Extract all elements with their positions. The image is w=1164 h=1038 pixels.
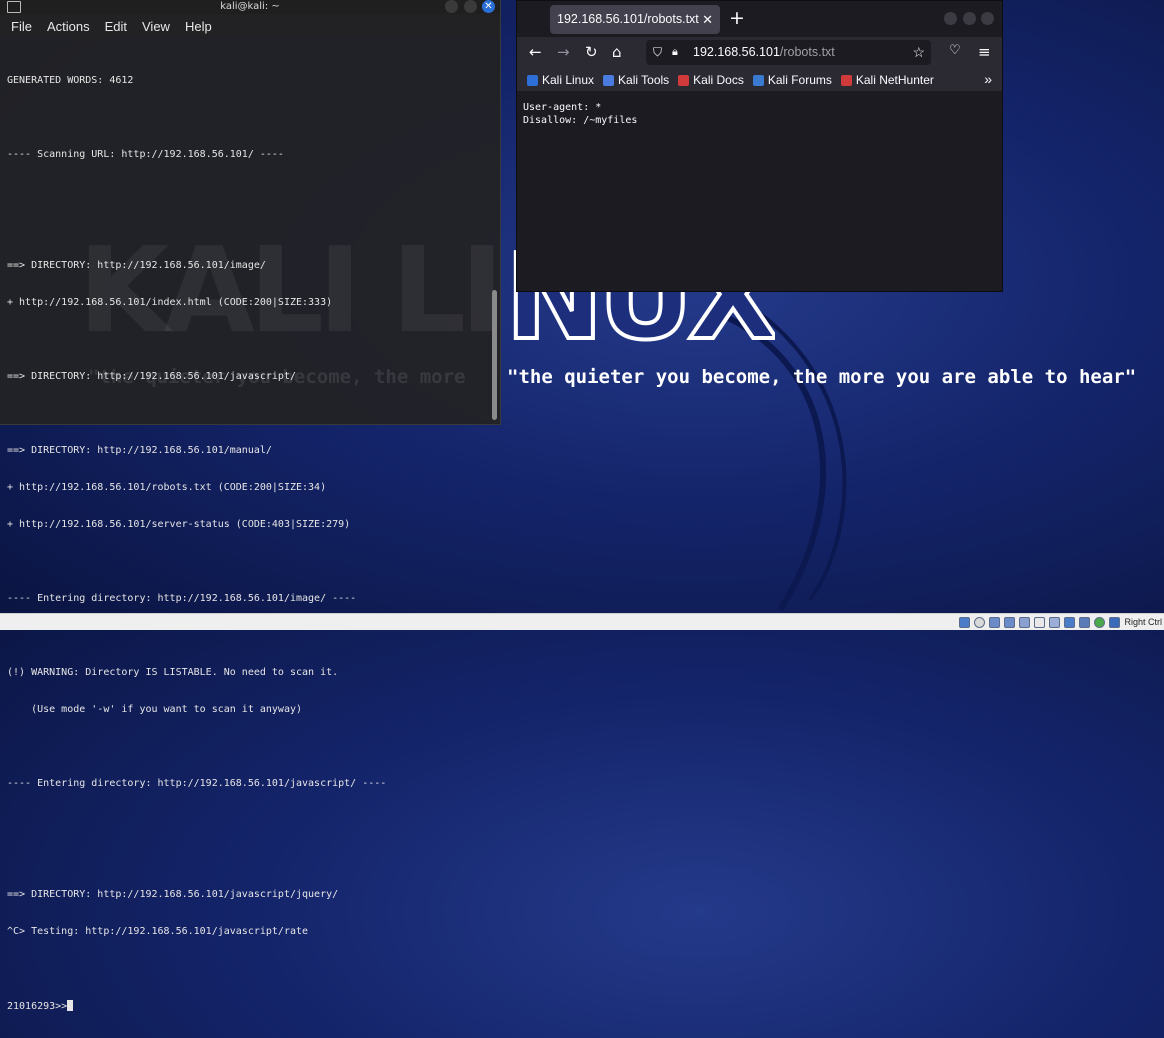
bookmarks-toolbar: Kali Linux Kali Tools Kali Docs Kali For… xyxy=(517,69,1002,91)
terminal-line: GENERATED WORDS: 4612 xyxy=(7,74,134,86)
home-icon[interactable]: ⌂ xyxy=(612,43,622,61)
back-arrow-icon[interactable]: ← xyxy=(529,43,542,61)
terminal-line: (Use mode '-w' if you want to scan it an… xyxy=(7,704,303,716)
bookmark-kali-nethunter[interactable]: Kali NetHunter xyxy=(840,73,934,87)
terminal-line: (!) WARNING: Directory IS LISTABLE. No n… xyxy=(7,667,339,679)
terminal-output[interactable]: GENERATED WORDS: 4612 ---- Scanning URL:… xyxy=(7,50,488,1038)
terminal-title: kali@kali: ~ xyxy=(220,1,280,12)
menu-help[interactable]: Help xyxy=(185,19,212,34)
terminal-line: ==> DIRECTORY: http://192.168.56.101/man… xyxy=(7,445,272,456)
terminal-line: + http://192.168.56.101/robots.txt (CODE… xyxy=(7,482,327,494)
bookmark-label: Kali Forums xyxy=(767,73,832,87)
terminal-line: ---- Scanning URL: http://192.168.56.101… xyxy=(7,148,284,160)
audio-icon[interactable] xyxy=(989,616,1001,628)
terminal-prompt: 21016293>> xyxy=(7,1001,68,1013)
display-icon[interactable] xyxy=(1049,616,1061,628)
bookmark-kali-linux[interactable]: Kali Linux xyxy=(527,73,594,87)
tab-close-icon[interactable]: ✕ xyxy=(702,5,713,34)
browser-navbar: ← → ↻ ⌂ ⛉ 🔒︎ 192.168.56.101/robots.txt ☆… xyxy=(517,37,1002,69)
browser-tab[interactable]: 192.168.56.101/robots.txt ✕ xyxy=(550,5,720,34)
bookmark-label: Kali Linux xyxy=(542,73,595,87)
host-tray: Right Ctrl xyxy=(959,614,1164,630)
minimize-button[interactable] xyxy=(445,0,458,13)
new-tab-icon[interactable]: + xyxy=(729,7,745,29)
terminal-cursor xyxy=(67,1000,74,1012)
kali-dragon-icon xyxy=(527,74,538,86)
bookmark-star-icon[interactable]: ☆ xyxy=(912,40,925,65)
hdd-icon[interactable] xyxy=(959,616,971,628)
optical-drive-icon[interactable] xyxy=(974,616,986,628)
url-text[interactable]: 192.168.56.101/robots.txt xyxy=(693,40,835,65)
terminal-line: ---- Entering directory: http://192.168.… xyxy=(7,593,357,605)
wallpaper-quote: "the quieter you become, the more you ar… xyxy=(507,366,1137,388)
terminal-line: ==> DIRECTORY: http://192.168.56.101/ima… xyxy=(7,259,266,271)
browser-tabbar: 192.168.56.101/robots.txt ✕ + xyxy=(517,1,1002,37)
cpu-icon[interactable] xyxy=(1079,616,1091,628)
kali-forums-icon xyxy=(752,74,764,86)
terminal-prompt-line[interactable]: 21016293>> xyxy=(7,1000,488,1012)
browser-window[interactable]: 192.168.56.101/robots.txt ✕ + ← → ↻ ⌂ ⛉ … xyxy=(516,0,1003,292)
close-icon[interactable]: ✕ xyxy=(482,0,495,13)
network-icon[interactable] xyxy=(1004,616,1016,628)
menu-view[interactable]: View xyxy=(142,19,170,34)
kali-tools-icon xyxy=(603,74,615,86)
browser-maximize-button[interactable] xyxy=(963,12,976,25)
terminal-line: ---- Entering directory: http://192.168.… xyxy=(7,778,387,790)
terminal-titlebar[interactable]: kali@kali: ~ ✕ xyxy=(0,0,500,14)
bookmark-kali-docs[interactable]: Kali Docs xyxy=(678,73,744,87)
terminal-line: + http://192.168.56.101/server-status (C… xyxy=(7,519,351,531)
url-path: /robots.txt xyxy=(779,45,835,59)
terminal-line: ==> DIRECTORY: http://192.168.56.101/jav… xyxy=(7,370,296,382)
guest-additions-icon[interactable] xyxy=(1094,616,1106,628)
pocket-icon[interactable]: ♡ xyxy=(949,43,961,58)
terminal-scrollbar[interactable] xyxy=(492,290,497,420)
terminal-window[interactable]: kali@kali: ~ ✕ File Actions Edit View He… xyxy=(0,0,504,1012)
hamburger-menu-icon[interactable]: ≡ xyxy=(978,43,991,61)
terminal-line: ==> DIRECTORY: http://192.168.56.101/jav… xyxy=(7,889,339,901)
host-statusbar: Right Ctrl xyxy=(0,613,1164,630)
terminal-app-icon[interactable] xyxy=(7,1,21,13)
maximize-button[interactable] xyxy=(464,0,477,13)
terminal-line: + http://192.168.56.101/index.html (CODE… xyxy=(7,296,333,308)
menu-file[interactable]: File xyxy=(11,19,32,34)
tab-title: 192.168.56.101/robots.txt xyxy=(557,12,699,26)
reload-icon[interactable]: ↻ xyxy=(585,43,598,61)
terminal-menubar: File Actions Edit View Help xyxy=(0,14,500,38)
page-content: User-agent: * Disallow: /~myfiles xyxy=(517,91,1002,291)
kali-nethunter-icon xyxy=(840,74,852,86)
url-bar[interactable]: ⛉ 🔒︎ 192.168.56.101/robots.txt ☆ xyxy=(646,40,931,65)
browser-close-button[interactable] xyxy=(981,12,994,25)
lock-icon[interactable]: 🔒︎ xyxy=(672,40,678,65)
shared-folders-icon[interactable] xyxy=(1034,616,1046,628)
kali-docs-icon xyxy=(678,74,690,86)
url-host: 192.168.56.101 xyxy=(693,45,780,59)
terminal-line: ^C> Testing: http://192.168.56.101/javas… xyxy=(7,926,309,938)
bookmark-label: Kali Docs xyxy=(693,73,744,87)
menu-edit[interactable]: Edit xyxy=(105,19,127,34)
menu-actions[interactable]: Actions xyxy=(47,19,90,34)
browser-minimize-button[interactable] xyxy=(944,12,957,25)
bookmark-label: Kali Tools xyxy=(618,73,670,87)
recording-icon[interactable] xyxy=(1064,616,1076,628)
usb-icon[interactable] xyxy=(1019,616,1031,628)
host-key-label: Right Ctrl xyxy=(1124,617,1162,627)
bookmark-label: Kali NetHunter xyxy=(855,73,934,87)
forward-arrow-icon[interactable]: → xyxy=(557,43,570,61)
mouse-integration-icon[interactable] xyxy=(1109,616,1121,628)
bookmarks-overflow-icon[interactable]: » xyxy=(984,71,992,87)
bookmark-kali-tools[interactable]: Kali Tools xyxy=(603,73,669,87)
bookmark-kali-forums[interactable]: Kali Forums xyxy=(752,73,832,87)
shield-icon[interactable]: ⛉ xyxy=(653,40,662,65)
